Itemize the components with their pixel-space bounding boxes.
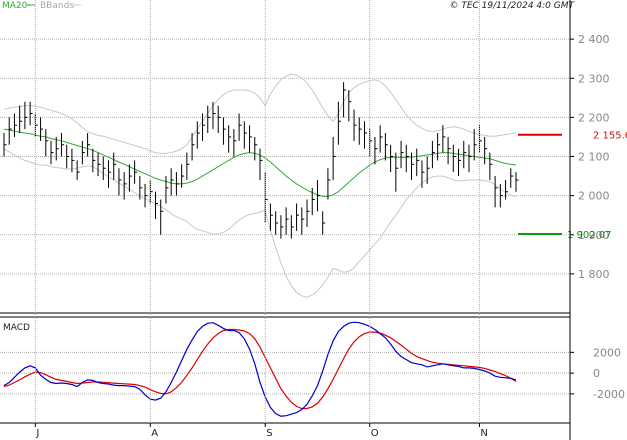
macd-y-tick-label: 2000 bbox=[593, 346, 621, 359]
price-y-tick-label: 1 800 bbox=[578, 268, 610, 281]
price-y-tick-label: 2 200 bbox=[578, 111, 610, 124]
legend-bbands-label: BBands bbox=[40, 1, 74, 11]
price-y-tick-label: 2 100 bbox=[578, 151, 610, 164]
macd-y-axis: 2000 0 -2000 bbox=[570, 346, 625, 401]
legend-ma20-label: MA20 bbox=[2, 1, 28, 11]
price-y-axis: 2 4002 3002 2002 1002 0001 9001 800 bbox=[570, 33, 610, 281]
copyright-timestamp: © TEC 19/11/2024 4:0 GMT bbox=[449, 1, 575, 11]
reference-lines: 2 155.6 1 902.07 bbox=[518, 131, 627, 241]
price-bars bbox=[3, 82, 519, 239]
macd-gridlines bbox=[0, 351, 570, 395]
price-y-tick-label: 2 000 bbox=[578, 190, 610, 203]
support-label: 1 902.07 bbox=[567, 230, 612, 241]
month-label: J bbox=[35, 428, 39, 439]
month-label: A bbox=[151, 428, 158, 439]
resistance-label: 2 155.6 bbox=[593, 131, 627, 142]
macd-y-tick-label: 0 bbox=[593, 367, 600, 380]
price-y-tick-label: 2 300 bbox=[578, 72, 610, 85]
price-y-tick-label: 2 400 bbox=[578, 33, 610, 46]
macd-line bbox=[3, 321, 517, 417]
macd-signal-line bbox=[3, 328, 517, 410]
price-panel: 2 4002 3002 2002 1002 0001 9001 800 2 15… bbox=[0, 33, 627, 314]
macd-title: MACD bbox=[3, 323, 30, 333]
bollinger-upper-band bbox=[3, 73, 517, 154]
month-label: O bbox=[371, 428, 379, 439]
month-label: N bbox=[480, 428, 487, 439]
stock-chart: MA20 BBands © TEC 19/11/2024 4:0 GMT 2 4… bbox=[0, 0, 627, 440]
month-label: S bbox=[266, 428, 272, 439]
macd-panel: MACD 2000 0 -2000 bbox=[0, 316, 625, 417]
macd-y-tick-label: -2000 bbox=[593, 388, 625, 401]
